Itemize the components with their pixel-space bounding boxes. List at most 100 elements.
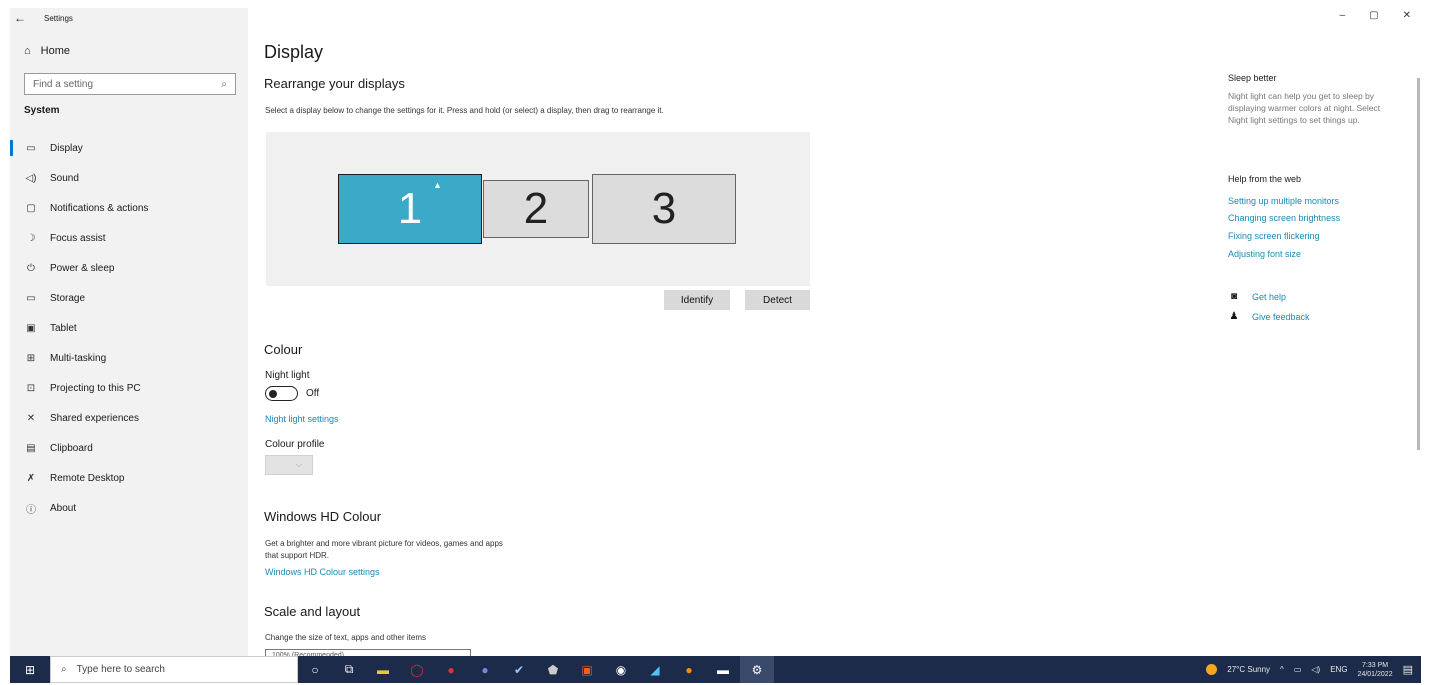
night-light-settings-link[interactable]: Night light settings: [265, 414, 339, 424]
scrollbar[interactable]: [1417, 78, 1420, 450]
sidebar-home[interactable]: ⌂ Home: [24, 45, 70, 57]
night-light-label: Night light: [265, 370, 310, 381]
sidebar-item-clipboard[interactable]: ▤ Clipboard: [10, 433, 248, 463]
network-icon[interactable]: ▭: [1294, 665, 1302, 674]
monitor-icon: ▭: [26, 142, 36, 154]
file-explorer-icon[interactable]: ▬: [366, 656, 400, 683]
window-title: Settings: [44, 13, 73, 23]
task-view-icon[interactable]: ⧉: [332, 656, 366, 683]
firefox-icon[interactable]: ●: [672, 656, 706, 683]
volume-icon[interactable]: ◁): [1311, 665, 1320, 674]
taskbar: ⊞ ⌕ Type here to search ○ ⧉ ▬ ◯ ● ● ✔ ⬟ …: [10, 656, 1421, 683]
settings-app-icon[interactable]: ⚙: [740, 656, 774, 683]
identify-button[interactable]: Identify: [664, 290, 730, 310]
sidebar-item-label: Power & sleep: [50, 262, 115, 274]
hd-description-line1: Get a brighter and more vibrant picture …: [265, 539, 503, 548]
feedback-icon: ♟: [1229, 311, 1239, 322]
remote-desktop-icon: ✗: [26, 472, 36, 484]
notification-center-icon[interactable]: ▤: [1403, 663, 1413, 676]
monitor-3[interactable]: 3: [592, 174, 736, 244]
monitor-number: 2: [523, 184, 549, 233]
sidebar-item-display[interactable]: ▭ Display: [10, 133, 248, 163]
sidebar-item-remote-desktop[interactable]: ✗ Remote Desktop: [10, 463, 248, 493]
weather-sun-icon: [1206, 664, 1218, 675]
shared-icon: ✕: [26, 412, 36, 424]
give-feedback-link[interactable]: ♟ Give feedback: [1228, 311, 1310, 322]
taskbar-search-placeholder: Type here to search: [76, 664, 165, 675]
help-link-font-size[interactable]: Adjusting font size: [1228, 249, 1301, 259]
detect-button[interactable]: Detect: [745, 290, 810, 310]
sidebar-item-shared-experiences[interactable]: ✕ Shared experiences: [10, 403, 248, 433]
sidebar-item-notifications[interactable]: ▢ Notifications & actions: [10, 193, 248, 223]
sidebar-item-sound[interactable]: ◁) Sound: [10, 163, 248, 193]
titlebar: ← Settings: [14, 8, 73, 28]
edge-icon[interactable]: ◢: [638, 656, 672, 683]
github-icon[interactable]: ◉: [604, 656, 638, 683]
sidebar-item-tablet[interactable]: ▣ Tablet: [10, 313, 248, 343]
left-border: [0, 0, 10, 685]
hd-colour-settings-link[interactable]: Windows HD Colour settings: [265, 567, 380, 577]
sidebar-item-about[interactable]: ⓘ About: [10, 493, 248, 523]
monitor-1[interactable]: 1: [338, 174, 482, 244]
get-help-label: Get help: [1252, 291, 1287, 302]
sidebar-nav: ▭ Display ◁) Sound ▢ Notifications & action…: [10, 133, 248, 523]
filezilla-icon[interactable]: ▣: [570, 656, 604, 683]
scale-layout-heading: Scale and layout: [264, 604, 361, 619]
shield-icon[interactable]: ⬟: [536, 656, 570, 683]
opera-icon[interactable]: ◯: [400, 656, 434, 683]
help-web-heading: Help from the web: [1228, 174, 1302, 184]
help-chat-icon: ◙: [1230, 291, 1238, 302]
display-arrangement-area: 1 2 3 ▲: [266, 132, 810, 286]
taskbar-search[interactable]: ⌕ Type here to search: [50, 656, 298, 683]
mouse-cursor-icon: ▲: [433, 180, 442, 190]
colour-profile-dropdown[interactable]: ⌵: [265, 455, 313, 475]
cortana-icon[interactable]: ○: [298, 656, 332, 683]
page-title: Display: [264, 42, 324, 62]
sidebar-item-projecting[interactable]: ⊡ Projecting to this PC: [10, 373, 248, 403]
tablet-icon: ▣: [26, 322, 36, 334]
opera-gx-icon[interactable]: ●: [434, 656, 468, 683]
sleep-better-text: Night light can help you get to sleep by…: [1228, 91, 1381, 125]
sidebar-item-label: Display: [50, 142, 83, 154]
weather-text[interactable]: 27°C Sunny: [1227, 665, 1270, 674]
start-button[interactable]: ⊞: [10, 656, 50, 683]
monitor-number: 1: [397, 184, 423, 233]
language-indicator[interactable]: ENG: [1330, 665, 1347, 674]
hd-colour-heading: Windows HD Colour: [264, 509, 382, 524]
close-icon[interactable]: ✕: [1403, 10, 1411, 21]
sidebar-item-label: Multi-tasking: [50, 352, 107, 364]
steam-icon[interactable]: ✔: [502, 656, 536, 683]
night-light-state: Off: [306, 388, 320, 399]
sidebar-item-label: Storage: [50, 292, 86, 304]
minimize-icon[interactable]: –: [1340, 10, 1346, 21]
multitask-icon: ⊞: [26, 352, 36, 364]
help-link-brightness[interactable]: Changing screen brightness: [1228, 213, 1340, 223]
sidebar-item-label: About: [50, 502, 77, 514]
find-setting-input[interactable]: Find a setting ⌕: [24, 73, 236, 95]
sidebar-item-focus-assist[interactable]: ☽ Focus assist: [10, 223, 248, 253]
terminal-icon[interactable]: ▬: [706, 656, 740, 683]
section-label-system: System: [24, 105, 60, 116]
chevron-up-icon[interactable]: ^: [1280, 665, 1284, 674]
colour-profile-label: Colour profile: [265, 439, 325, 450]
sidebar-item-label: Projecting to this PC: [50, 382, 141, 394]
home-label: Home: [40, 45, 70, 57]
sidebar-item-label: Clipboard: [50, 442, 93, 454]
search-icon: ⌕: [61, 664, 67, 675]
clock-date: 24/01/2022: [1357, 670, 1393, 678]
night-light-toggle[interactable]: [265, 386, 298, 401]
monitor-2[interactable]: 2: [483, 180, 589, 238]
clock[interactable]: 7:33 PM 24/01/2022: [1358, 661, 1393, 679]
sleep-better-heading: Sleep better: [1228, 73, 1277, 83]
help-link-multiple-monitors[interactable]: Setting up multiple monitors: [1228, 196, 1339, 206]
right-border: [1421, 0, 1429, 685]
discord-icon[interactable]: ●: [468, 656, 502, 683]
sidebar-item-storage[interactable]: ▭ Storage: [10, 283, 248, 313]
sidebar-item-multitasking[interactable]: ⊞ Multi-tasking: [10, 343, 248, 373]
get-help-link[interactable]: ◙ Get help: [1228, 291, 1286, 302]
sidebar-item-power-sleep[interactable]: ⏻ Power & sleep: [10, 253, 248, 283]
colour-heading: Colour: [264, 342, 303, 357]
maximize-icon[interactable]: ▢: [1369, 10, 1378, 21]
back-arrow-icon[interactable]: ←: [14, 11, 26, 25]
help-link-flickering[interactable]: Fixing screen flickering: [1228, 231, 1320, 241]
